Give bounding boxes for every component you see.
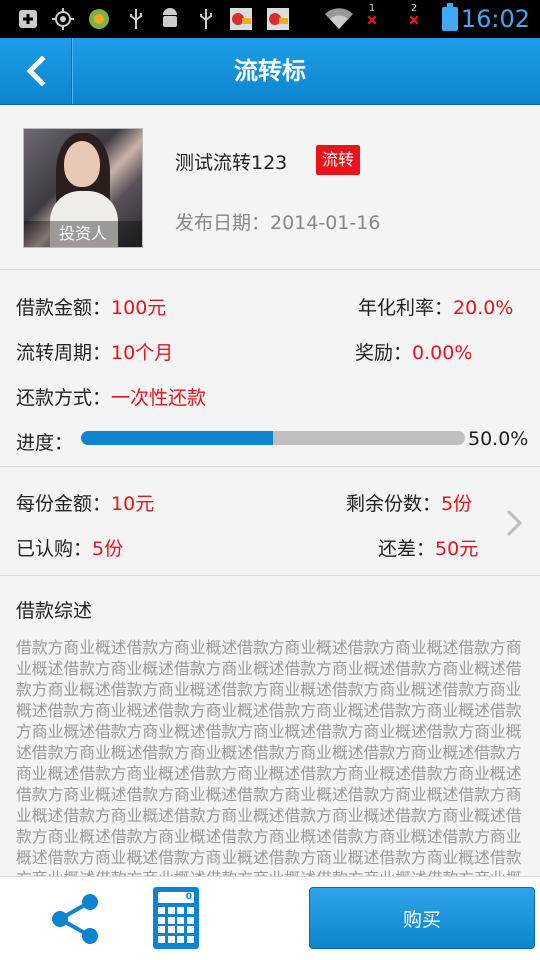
- per-share-value: 10元: [111, 493, 155, 515]
- buy-button[interactable]: 购买: [309, 887, 535, 949]
- status-badge: 流转: [316, 145, 361, 175]
- wifi-icon: [324, 8, 354, 30]
- progress-fill: [81, 431, 273, 445]
- avatar[interactable]: 投资人: [23, 128, 143, 248]
- shortfall-label: 还差：: [378, 538, 436, 560]
- avatar-label: 投资人: [24, 221, 142, 247]
- status-bar: 1 2 16:02: [0, 0, 540, 38]
- reward-value: 0.00%: [412, 342, 473, 364]
- add-box-icon: [18, 8, 38, 30]
- calculator-display: 0: [158, 892, 194, 903]
- annual-rate: 年化利率：20.0%: [358, 293, 513, 320]
- back-button[interactable]: [0, 38, 72, 104]
- shares-section[interactable]: 每份金额：10元 剩余份数：5份 已认购：5份 还差：50元: [0, 468, 540, 576]
- usb-icon: [198, 8, 214, 30]
- summary-title: 借款综述: [16, 600, 93, 622]
- period-value: 10个月: [111, 342, 174, 364]
- usb-icon: [128, 8, 144, 30]
- progress-bar: [81, 431, 465, 445]
- loan-amount-label: 借款金额：: [16, 297, 112, 319]
- progress-label: 进度：: [16, 432, 74, 454]
- signal-2-icon: 2: [406, 4, 422, 26]
- repay-value: 一次性还款: [111, 387, 207, 409]
- repay-label: 还款方式：: [16, 387, 112, 409]
- progress-percent: 50.0%: [468, 428, 529, 450]
- reward-label: 奖励：: [355, 342, 413, 364]
- loan-amount-value: 100元: [111, 297, 167, 319]
- signal-1-icon: 1: [364, 4, 380, 26]
- avatar-face: [64, 141, 100, 187]
- app-notify-icon: [267, 8, 289, 30]
- app-icon: [88, 8, 110, 30]
- subscribed-label: 已认购：: [16, 538, 93, 560]
- product-header: 投资人 测试流转123 流转 发布日期：2014-01-16: [0, 105, 540, 270]
- app-notify-icon: [230, 8, 252, 30]
- calculator-icon[interactable]: 0: [153, 887, 199, 949]
- publish-date: 发布日期：2014-01-16: [175, 212, 381, 234]
- reward: 奖励：0.00%: [355, 338, 472, 365]
- period-label: 流转周期：: [16, 342, 112, 364]
- title-bar: 流转标: [0, 38, 540, 105]
- repay-method: 还款方式：一次性还款: [16, 383, 206, 410]
- remaining-shares: 剩余份数：5份: [346, 489, 472, 516]
- chevron-right-icon[interactable]: [504, 508, 524, 538]
- loan-summary-section: 借款综述 借款方商业概述借款方商业概述借款方商业概述借款方商业概述借款方商业概述…: [0, 577, 540, 930]
- sim1-label: 1: [368, 3, 376, 14]
- subscribed-value: 5份: [92, 538, 124, 560]
- sim2-label: 2: [410, 3, 418, 14]
- annual-rate-label: 年化利率：: [358, 297, 454, 319]
- transfer-period: 流转周期：10个月: [16, 338, 173, 365]
- per-share-label: 每份金额：: [16, 493, 112, 515]
- page-title: 流转标: [234, 57, 306, 85]
- calculator-keys: [158, 907, 194, 943]
- product-name: 测试流转123: [175, 152, 288, 174]
- loan-amount: 借款金额：100元: [16, 293, 166, 320]
- remaining-value: 5份: [441, 493, 473, 515]
- loan-info-section: 借款金额：100元 年化利率：20.0% 流转周期：10个月 奖励：0.00% …: [0, 271, 540, 467]
- per-share-amount: 每份金额：10元: [16, 489, 154, 516]
- shortfall-amount: 还差：50元: [378, 534, 478, 561]
- annual-rate-value: 20.0%: [453, 297, 514, 319]
- bottom-action-bar: 0 购买: [0, 876, 540, 960]
- battery-icon: [442, 3, 458, 31]
- remaining-label: 剩余份数：: [346, 493, 442, 515]
- share-icon[interactable]: [48, 893, 102, 945]
- subscribed-shares: 已认购：5份: [16, 534, 123, 561]
- chevron-left-icon: [25, 56, 46, 86]
- android-debug-icon: [160, 8, 180, 30]
- shortfall-value: 50元: [435, 538, 479, 560]
- gps-icon: [52, 8, 74, 30]
- status-time: 16:02: [460, 5, 530, 33]
